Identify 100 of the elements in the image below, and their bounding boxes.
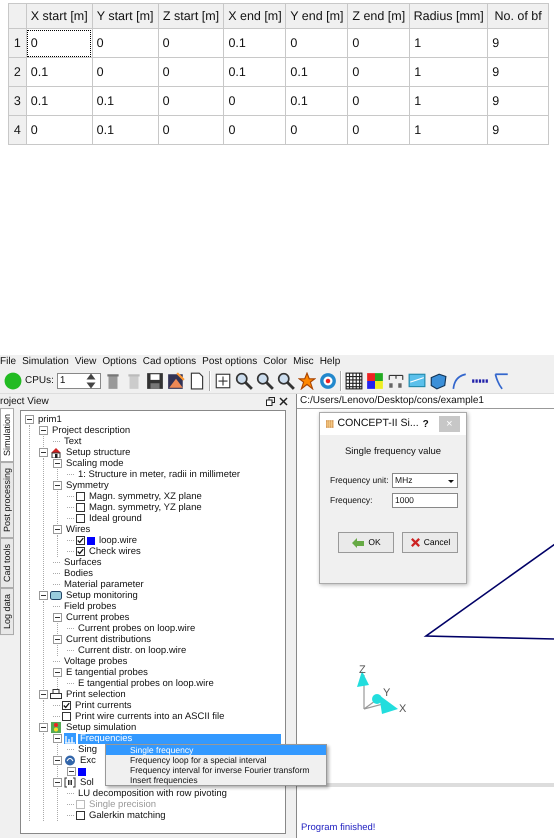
side-tab[interactable]: Cad tools	[0, 538, 14, 588]
tree-item[interactable]: Current distr. on loop.wire	[76, 646, 188, 656]
table-cell[interactable]: 0	[92, 58, 158, 86]
expand-toggle[interactable]	[53, 459, 62, 468]
checkbox[interactable]	[76, 811, 85, 820]
menu-item[interactable]: Options	[102, 354, 137, 369]
save-icon[interactable]	[146, 372, 164, 390]
image-edit-icon[interactable]	[166, 372, 185, 390]
expand-toggle[interactable]	[53, 734, 62, 743]
ok-button[interactable]: OK	[338, 532, 394, 554]
column-header[interactable]: X start [m]	[26, 4, 92, 28]
expand-toggle[interactable]	[39, 591, 48, 600]
menu-item[interactable]: Help	[320, 354, 340, 369]
tree-item[interactable]: Setup monitoring	[64, 590, 140, 600]
menu-item[interactable]: Simulation	[22, 354, 69, 369]
table-cell[interactable]: 0	[348, 116, 410, 144]
checkbox[interactable]	[76, 492, 85, 501]
expand-toggle[interactable]	[25, 415, 34, 424]
tree-item[interactable]: Print currents	[73, 700, 134, 710]
cpus-spin-field[interactable]: 1	[56, 372, 101, 388]
column-header[interactable]: Radius [mm]	[410, 4, 488, 28]
tree-item[interactable]: Current probes on loop.wire	[76, 624, 198, 634]
table-cell[interactable]: 0	[158, 58, 224, 86]
tree-item[interactable]: Magn. symmetry, YZ plane	[87, 502, 204, 512]
table-cell[interactable]: 0.1	[286, 86, 348, 116]
zoom-icon[interactable]	[256, 372, 274, 390]
checkbox[interactable]	[76, 536, 85, 545]
menu-item[interactable]: Color	[263, 354, 288, 369]
tree-item[interactable]: Voltage probes	[62, 656, 130, 666]
table-cell[interactable]: 0.1	[224, 58, 286, 86]
tree-item[interactable]: Print selection	[64, 690, 128, 700]
tree-item[interactable]: Bodies	[62, 568, 96, 578]
checkbox[interactable]	[62, 701, 71, 710]
table-cell[interactable]: 0	[348, 86, 410, 116]
table-cell[interactable]: 0.1	[92, 86, 158, 116]
cancel-button[interactable]: Cancel	[402, 532, 458, 554]
unit-dropdown[interactable]: MHz	[392, 473, 458, 488]
table-cell[interactable]: 0	[348, 28, 410, 58]
side-tab[interactable]: Simulation	[0, 408, 14, 462]
help-button[interactable]: ?	[422, 416, 429, 432]
close-icon[interactable]	[279, 396, 288, 406]
row-header[interactable]: 1	[8, 28, 26, 58]
tree-item[interactable]: Text	[62, 436, 84, 446]
tree-item[interactable]: Setup simulation	[64, 722, 138, 732]
table-cell[interactable]: 0.1	[92, 116, 158, 144]
expand-toggle[interactable]	[53, 613, 62, 622]
table-cell[interactable]: 0	[224, 86, 286, 116]
tree-item[interactable]: Sing	[76, 744, 100, 754]
table-cell[interactable]: 1	[410, 116, 488, 144]
table-cell[interactable]: 0.1	[26, 86, 92, 116]
menu-item[interactable]: Frequency loop for a special interval	[106, 755, 326, 765]
row-header[interactable]: 2	[8, 58, 26, 86]
table-cell[interactable]: 0.1	[224, 28, 286, 58]
table-cell[interactable]: 0	[158, 116, 224, 144]
expand-toggle[interactable]	[39, 723, 48, 732]
menu-item[interactable]: View	[74, 354, 96, 369]
table-cell[interactable]: 0	[286, 28, 348, 58]
table-cell[interactable]: 0.1	[26, 58, 92, 86]
float-icon[interactable]	[266, 396, 275, 406]
table-cell[interactable]: 0	[286, 116, 348, 144]
table-cell[interactable]: 9	[488, 86, 548, 116]
column-header[interactable]: Y start [m]	[92, 4, 158, 28]
tree-item[interactable]: Setup structure	[64, 448, 132, 458]
expand-toggle[interactable]	[53, 635, 62, 644]
table-cell[interactable]: 0	[92, 28, 158, 58]
zoom-icon[interactable]	[234, 372, 253, 390]
table-cell[interactable]: 0	[158, 86, 224, 116]
menu-item[interactable]: Insert frequencies	[106, 775, 326, 785]
curve-icon[interactable]	[492, 372, 510, 390]
tree-item[interactable]: Print wire currents into an ASCII file	[73, 712, 226, 722]
table-cell[interactable]: 9	[488, 116, 548, 144]
tree-item[interactable]: Ideal ground	[87, 514, 144, 524]
tree-item[interactable]: 1: Structure in meter, radii in millimeter	[76, 470, 242, 480]
input-field[interactable]: 1000	[392, 493, 458, 508]
table-cell[interactable]: 1	[410, 86, 488, 116]
tree-item[interactable]: E tangential probes	[64, 668, 150, 678]
table-cell[interactable]: 0	[26, 116, 92, 144]
curve-icon[interactable]	[450, 372, 468, 390]
table-cell[interactable]: 9	[488, 58, 548, 86]
column-header[interactable]: Z start [m]	[158, 4, 224, 28]
tree-item[interactable]: Sol	[78, 778, 96, 788]
tree-item[interactable]: Wires	[64, 524, 92, 534]
table-cell[interactable]: 0	[26, 28, 92, 58]
grid-icon[interactable]	[344, 372, 363, 390]
tree-item[interactable]: LU decomposition with row pivoting	[76, 788, 229, 798]
checkbox[interactable]	[76, 514, 85, 523]
table-cell[interactable]: 0	[158, 28, 224, 58]
tree-item[interactable]: Check wires	[87, 546, 143, 556]
menu-item[interactable]: File	[0, 354, 16, 369]
tree-item[interactable]: prim1	[36, 414, 64, 424]
checkbox[interactable]	[76, 547, 85, 556]
side-tab[interactable]: Post processing	[0, 462, 14, 538]
cube-icon[interactable]	[428, 372, 447, 390]
table-cell[interactable]: 9	[488, 28, 548, 58]
tree-item[interactable]: Material parameter	[62, 580, 146, 590]
monitor-icon[interactable]	[408, 372, 426, 390]
table-cell[interactable]: 0	[348, 58, 410, 86]
table-cell[interactable]: 0.1	[286, 58, 348, 86]
tree-item[interactable]: Current distributions	[64, 634, 154, 644]
expand-toggle[interactable]	[39, 690, 48, 699]
